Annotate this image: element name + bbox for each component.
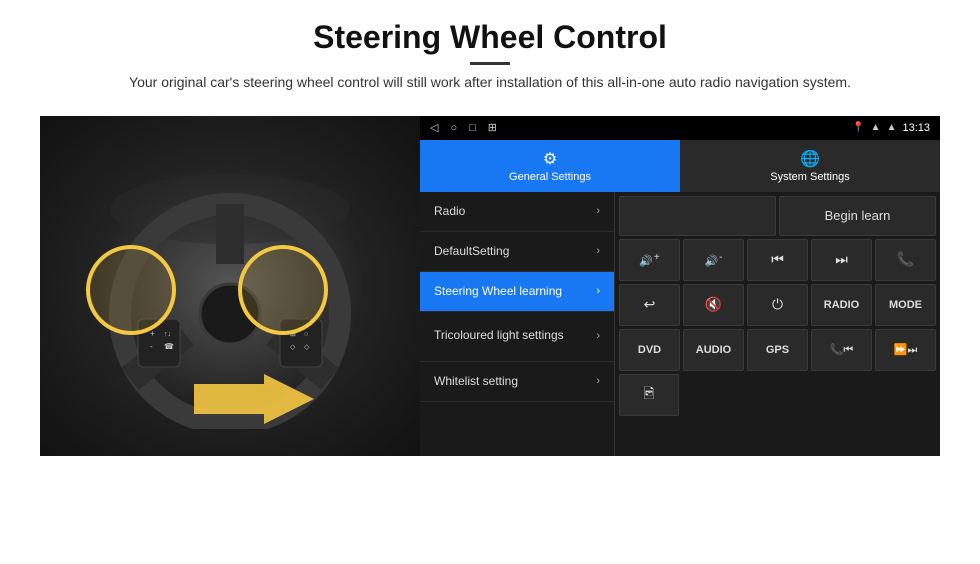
- menu-item-radio[interactable]: Radio ›: [420, 192, 614, 232]
- chevron-default: ›: [596, 245, 600, 257]
- grid-icon[interactable]: ⊞: [488, 121, 497, 134]
- mute-icon: 🔇: [705, 296, 722, 313]
- controls-row-2: 🔊+ 🔊- ⏮ ⏭ 📞: [619, 239, 936, 281]
- nav-icons: ◁ ○ □ ⊞: [430, 121, 497, 134]
- media-icon: 🖻: [643, 383, 654, 407]
- chevron-tricolour: ›: [596, 330, 600, 342]
- menu-controls: Radio › DefaultSetting › Steering Wheel …: [420, 192, 940, 456]
- menu-item-steering-label: Steering Wheel learning: [434, 284, 562, 298]
- page-subtitle: Your original car's steering wheel contr…: [129, 71, 851, 93]
- call-back-button[interactable]: ↩: [619, 284, 680, 326]
- power-button[interactable]: ⏻: [747, 284, 808, 326]
- svg-text:↑↓: ↑↓: [164, 331, 171, 338]
- page-title: Steering Wheel Control: [129, 18, 851, 56]
- call-back-icon: ↩: [644, 296, 656, 313]
- menu-item-default-label: DefaultSetting: [434, 244, 509, 258]
- back-icon[interactable]: ◁: [430, 121, 438, 134]
- title-divider: [470, 62, 510, 65]
- tab-system-label: System Settings: [770, 171, 849, 183]
- menu-item-tricolour-label: Tricoloured light settings: [434, 328, 564, 344]
- vol-down-icon: 🔊-: [704, 252, 722, 268]
- menu-item-whitelist[interactable]: Whitelist setting ›: [420, 362, 614, 402]
- phone-prev-button[interactable]: 📞⏮: [811, 329, 872, 371]
- arrow-svg: [194, 369, 314, 429]
- recents-icon[interactable]: □: [469, 122, 476, 134]
- tab-system-settings[interactable]: 🌐 System Settings: [680, 140, 940, 192]
- phone-icon: 📞: [897, 251, 914, 268]
- menu-item-default[interactable]: DefaultSetting ›: [420, 232, 614, 272]
- time-display: 13:13: [902, 122, 930, 134]
- phone-prev-icon: 📞⏮: [830, 343, 854, 357]
- next-track-icon: ⏭: [835, 251, 848, 268]
- general-settings-icon: ⚙: [543, 149, 557, 169]
- next-track-button[interactable]: ⏭: [811, 239, 872, 281]
- tab-general-label: General Settings: [509, 171, 591, 183]
- controls-row-1: Begin learn: [619, 196, 936, 236]
- media-button[interactable]: 🖻: [619, 374, 679, 416]
- steering-wheel-image: + - ↑↓ ☎ ⊞ ◇ ○ ◇: [40, 116, 420, 456]
- highlight-circle-left: [86, 245, 176, 335]
- ff-button[interactable]: ⏩⏭: [875, 329, 936, 371]
- radio-label: RADIO: [824, 299, 859, 311]
- begin-learn-button[interactable]: Begin learn: [779, 196, 936, 236]
- svg-text:◇: ◇: [304, 344, 310, 351]
- menu-item-tricolour[interactable]: Tricoloured light settings ›: [420, 312, 614, 362]
- svg-text:-: -: [150, 342, 153, 351]
- menu-item-whitelist-label: Whitelist setting: [434, 374, 518, 388]
- chevron-radio: ›: [596, 205, 600, 217]
- wifi-icon: ▲: [871, 122, 881, 133]
- home-icon[interactable]: ○: [450, 122, 457, 134]
- begin-learn-label: Begin learn: [825, 208, 891, 223]
- chevron-whitelist: ›: [596, 375, 600, 387]
- vol-down-button[interactable]: 🔊-: [683, 239, 744, 281]
- tab-general-settings[interactable]: ⚙ General Settings: [420, 140, 680, 192]
- settings-tabs: ⚙ General Settings 🌐 System Settings: [420, 140, 940, 192]
- status-bar: ◁ ○ □ ⊞ 📍 ▲ ▲ 13:13: [420, 116, 940, 140]
- title-section: Steering Wheel Control Your original car…: [129, 18, 851, 108]
- power-icon: ⏻: [772, 296, 783, 313]
- svg-text:☎: ☎: [164, 342, 174, 351]
- page-container: Steering Wheel Control Your original car…: [0, 0, 980, 564]
- svg-text:◇: ◇: [290, 344, 296, 351]
- vol-up-button[interactable]: 🔊+: [619, 239, 680, 281]
- gps-button[interactable]: GPS: [747, 329, 808, 371]
- controls-row-4: DVD AUDIO GPS 📞⏮ ⏩⏭: [619, 329, 936, 371]
- prev-track-button[interactable]: ⏮: [747, 239, 808, 281]
- audio-label: AUDIO: [696, 344, 731, 356]
- blank-input-box: [619, 196, 776, 236]
- status-right: 📍 ▲ ▲ 13:13: [852, 122, 930, 134]
- controls-area: Begin learn 🔊+ 🔊- ⏮: [615, 192, 940, 456]
- menu-list: Radio › DefaultSetting › Steering Wheel …: [420, 192, 615, 456]
- chevron-steering: ›: [596, 285, 600, 297]
- menu-item-radio-label: Radio: [434, 204, 465, 218]
- mode-button[interactable]: MODE: [875, 284, 936, 326]
- vol-up-icon: 🔊+: [639, 252, 660, 268]
- phone-button[interactable]: 📞: [875, 239, 936, 281]
- location-icon: 📍: [852, 122, 864, 133]
- controls-row-5: 🖻: [619, 374, 936, 416]
- radio-button[interactable]: RADIO: [811, 284, 872, 326]
- audio-button[interactable]: AUDIO: [683, 329, 744, 371]
- controls-row-3: ↩ 🔇 ⏻ RADIO MODE: [619, 284, 936, 326]
- system-settings-icon: 🌐: [800, 149, 820, 169]
- dvd-button[interactable]: DVD: [619, 329, 680, 371]
- dvd-label: DVD: [638, 344, 661, 356]
- menu-item-steering[interactable]: Steering Wheel learning ›: [420, 272, 614, 312]
- prev-track-icon: ⏮: [771, 251, 784, 268]
- svg-text:○: ○: [304, 331, 308, 338]
- ff-icon: ⏩⏭: [894, 343, 918, 357]
- signal-icon: ▲: [887, 122, 897, 133]
- content-area: + - ↑↓ ☎ ⊞ ◇ ○ ◇: [40, 116, 940, 456]
- steering-bg: + - ↑↓ ☎ ⊞ ◇ ○ ◇: [40, 116, 420, 456]
- mode-label: MODE: [889, 299, 922, 311]
- gps-label: GPS: [766, 344, 789, 356]
- mute-button[interactable]: 🔇: [683, 284, 744, 326]
- highlight-circle-right: [238, 245, 328, 335]
- ui-panel: ◁ ○ □ ⊞ 📍 ▲ ▲ 13:13 ⚙ General Settings: [420, 116, 940, 456]
